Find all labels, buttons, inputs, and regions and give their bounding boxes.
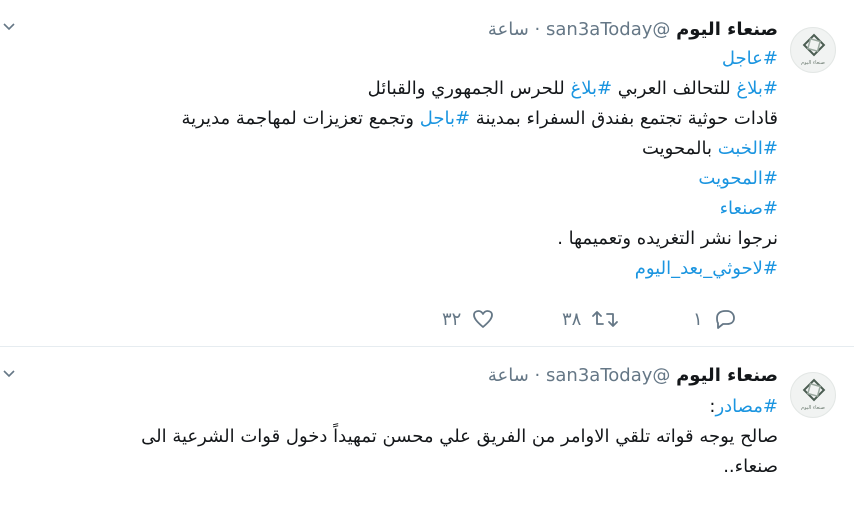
avatar[interactable]: صنعاء اليوم: [790, 372, 836, 418]
author-handle[interactable]: @san3aToday: [546, 19, 670, 40]
tweet-header: صنعاء اليوم @san3aToday · ساعة: [488, 361, 778, 391]
author-name[interactable]: صنعاء اليوم: [676, 19, 778, 40]
tweet-text: #مصادر: صالح يوجه قواته تلقي الاوامر من …: [0, 392, 778, 482]
tweet-line: #مصادر:: [0, 392, 778, 422]
tweet-line: نرجوا نشر التغريده وتعميمها .: [0, 224, 778, 254]
tweet-text-segment: وتجمع تعزيزات لمهاجمة مديرية: [181, 108, 420, 129]
like-button[interactable]: ٣٢: [442, 303, 495, 335]
retweet-button[interactable]: ٣٨: [562, 303, 619, 335]
reply-button[interactable]: ١: [693, 303, 737, 335]
tweet-text-segment: قادات حوثية تجتمع بفندق السفراء بمدينة: [470, 108, 778, 129]
tweet-line: #لاحوثي_بعد_اليوم: [0, 254, 778, 284]
reply-icon: [713, 308, 737, 330]
like-icon: [471, 308, 495, 330]
hashtag-link[interactable]: #صنعاء: [720, 198, 778, 219]
timestamp[interactable]: ساعة: [488, 19, 529, 40]
tweet-1[interactable]: صنعاء اليوم صنعاء اليوم @san3aToday · سا…: [0, 0, 854, 347]
hashtag-link[interactable]: #مصادر: [715, 396, 778, 417]
separator: ·: [534, 19, 541, 40]
avatar-label: صنعاء اليوم: [801, 405, 825, 411]
chevron-down-icon[interactable]: [3, 20, 17, 34]
tweet-line: صالح يوجه قواته تلقي الاوامر من الفريق ع…: [0, 422, 778, 452]
tweet-line: #بلاغ للتحالف العربي #بلاغ للحرس الجمهور…: [0, 74, 778, 104]
reply-count: ١: [693, 308, 703, 330]
author-name[interactable]: صنعاء اليوم: [676, 365, 778, 386]
avatar-logo-icon: [802, 33, 826, 57]
hashtag-link[interactable]: #بلاغ: [736, 78, 778, 99]
hashtag-link[interactable]: #لاحوثي_بعد_اليوم: [635, 258, 778, 279]
hashtag-link[interactable]: #المحويت: [698, 168, 778, 189]
tweet-text-segment: نرجوا نشر التغريده وتعميمها .: [557, 228, 778, 249]
tweet-text-segment: بالمحويت: [641, 138, 718, 159]
tweet-line: #صنعاء: [0, 194, 778, 224]
avatar-logo-icon: [802, 378, 826, 402]
tweet-actions: ١ ٣٨ ٣٢: [0, 303, 854, 335]
hashtag-link[interactable]: #الخبت: [718, 138, 778, 159]
avatar[interactable]: صنعاء اليوم: [790, 27, 836, 73]
tweet-text-segment: صالح يوجه قواته تلقي الاوامر من الفريق ع…: [141, 426, 778, 447]
retweet-icon: [591, 308, 619, 330]
tweet-line: #المحويت: [0, 164, 778, 194]
tweet-text-segment: للحرس الجمهوري والقبائل: [367, 78, 571, 99]
timestamp[interactable]: ساعة: [488, 365, 529, 386]
tweet-line: #الخبت بالمحويت: [0, 134, 778, 164]
tweet-2[interactable]: صنعاء اليوم صنعاء اليوم @san3aToday · سا…: [0, 347, 854, 505]
tweet-text: #عاجل #بلاغ للتحالف العربي #بلاغ للحرس ال…: [0, 44, 778, 284]
like-count: ٣٢: [442, 308, 462, 330]
hashtag-link[interactable]: #باجل: [420, 108, 470, 129]
tweet-line: #عاجل: [0, 44, 778, 74]
tweet-line: صنعاء..: [0, 452, 778, 482]
tweet-text-segment: صنعاء..: [723, 456, 778, 477]
chevron-down-icon[interactable]: [3, 367, 17, 381]
author-handle[interactable]: @san3aToday: [546, 365, 670, 386]
tweet-text-segment: للتحالف العربي: [612, 78, 737, 99]
separator: ·: [534, 365, 541, 386]
avatar-label: صنعاء اليوم: [801, 60, 825, 66]
hashtag-link[interactable]: #عاجل: [722, 48, 778, 69]
tweet-header: صنعاء اليوم @san3aToday · ساعة: [488, 15, 778, 45]
tweet-line: قادات حوثية تجتمع بفندق السفراء بمدينة #…: [0, 104, 778, 134]
hashtag-link[interactable]: #بلاغ: [570, 78, 612, 99]
retweet-count: ٣٨: [562, 308, 582, 330]
